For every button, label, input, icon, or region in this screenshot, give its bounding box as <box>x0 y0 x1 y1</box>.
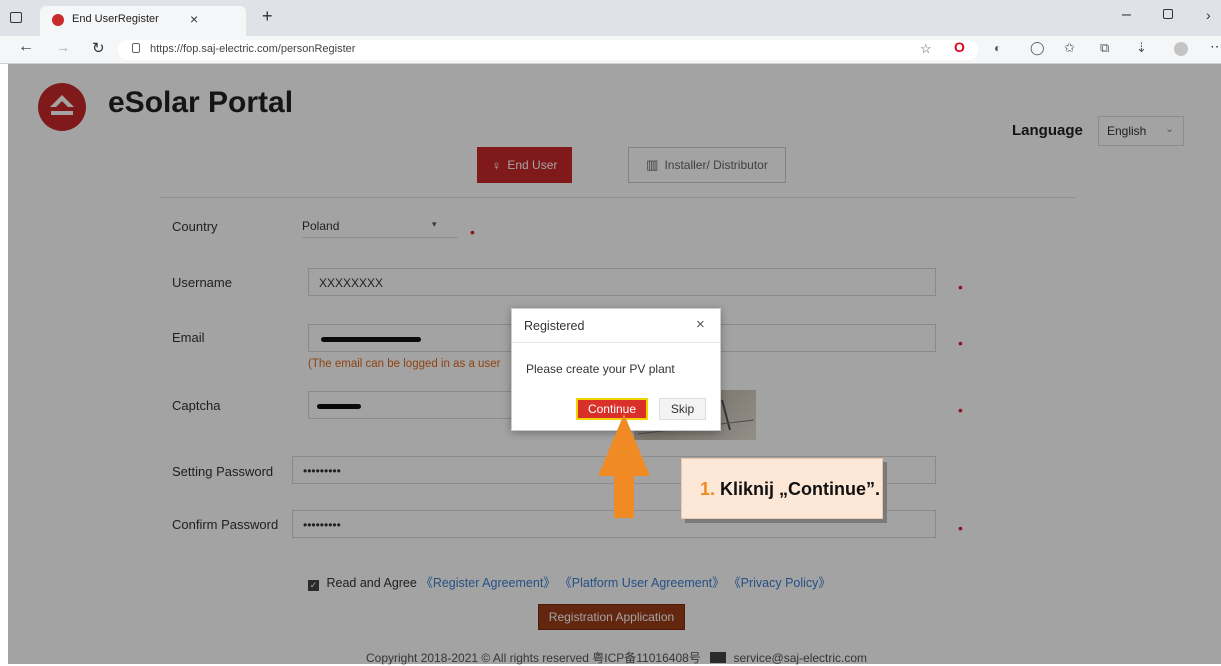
opera-icon[interactable]: O <box>954 39 965 55</box>
close-icon[interactable]: × <box>696 316 705 333</box>
close-tab-icon[interactable]: × <box>190 11 198 27</box>
browser-tab[interactable]: End UserRegister × <box>40 6 246 36</box>
tab-actions-icon[interactable] <box>10 12 22 23</box>
refresh-icon[interactable]: ↻ <box>92 39 105 57</box>
collections-icon[interactable]: ⧉ <box>1100 40 1109 56</box>
arrow-up-icon <box>598 414 650 518</box>
dialog-divider <box>512 342 720 343</box>
lock-icon <box>132 43 140 53</box>
site-favicon <box>52 14 64 26</box>
skip-button[interactable]: Skip <box>659 398 706 420</box>
address-bar: ← → ↻ https://fop.saj-electric.com/perso… <box>0 36 1221 64</box>
dialog-title: Registered <box>524 319 585 333</box>
url-text: https://fop.saj-electric.com/personRegis… <box>150 43 356 55</box>
callout-text: 1. Kliknij „Continue”. <box>700 479 880 500</box>
back-icon[interactable]: ← <box>18 38 34 56</box>
instruction-callout: 1. Kliknij „Continue”. <box>681 458 883 519</box>
skip-button-label: Skip <box>670 402 695 416</box>
tab-title: End UserRegister <box>72 13 159 25</box>
dialog-message: Please create your PV plant <box>526 362 675 376</box>
extension-icon[interactable]: ◐ <box>994 41 1001 55</box>
minimize-icon[interactable]: – <box>1122 6 1131 24</box>
favorites-icon[interactable]: ✩ <box>1064 40 1075 56</box>
new-tab-icon[interactable]: + <box>262 6 273 27</box>
browser-tab-bar: End UserRegister × + – › <box>0 0 1221 36</box>
profile-icon[interactable] <box>1174 42 1188 56</box>
forward-icon[interactable]: → <box>56 39 70 55</box>
close-window-icon[interactable]: › <box>1206 7 1211 23</box>
menu-icon[interactable]: ⋯ <box>1210 38 1221 55</box>
callout-number: 1. <box>700 479 716 499</box>
read-aloud-icon[interactable]: ☆ <box>920 41 932 57</box>
download-icon[interactable]: ⇣ <box>1136 40 1147 56</box>
url-field[interactable]: https://fop.saj-electric.com/personRegis… <box>118 40 978 60</box>
extension2-icon[interactable]: ◯ <box>1030 40 1045 56</box>
restore-icon[interactable] <box>1163 9 1173 19</box>
callout-instruction: Kliknij „Continue”. <box>720 479 881 499</box>
